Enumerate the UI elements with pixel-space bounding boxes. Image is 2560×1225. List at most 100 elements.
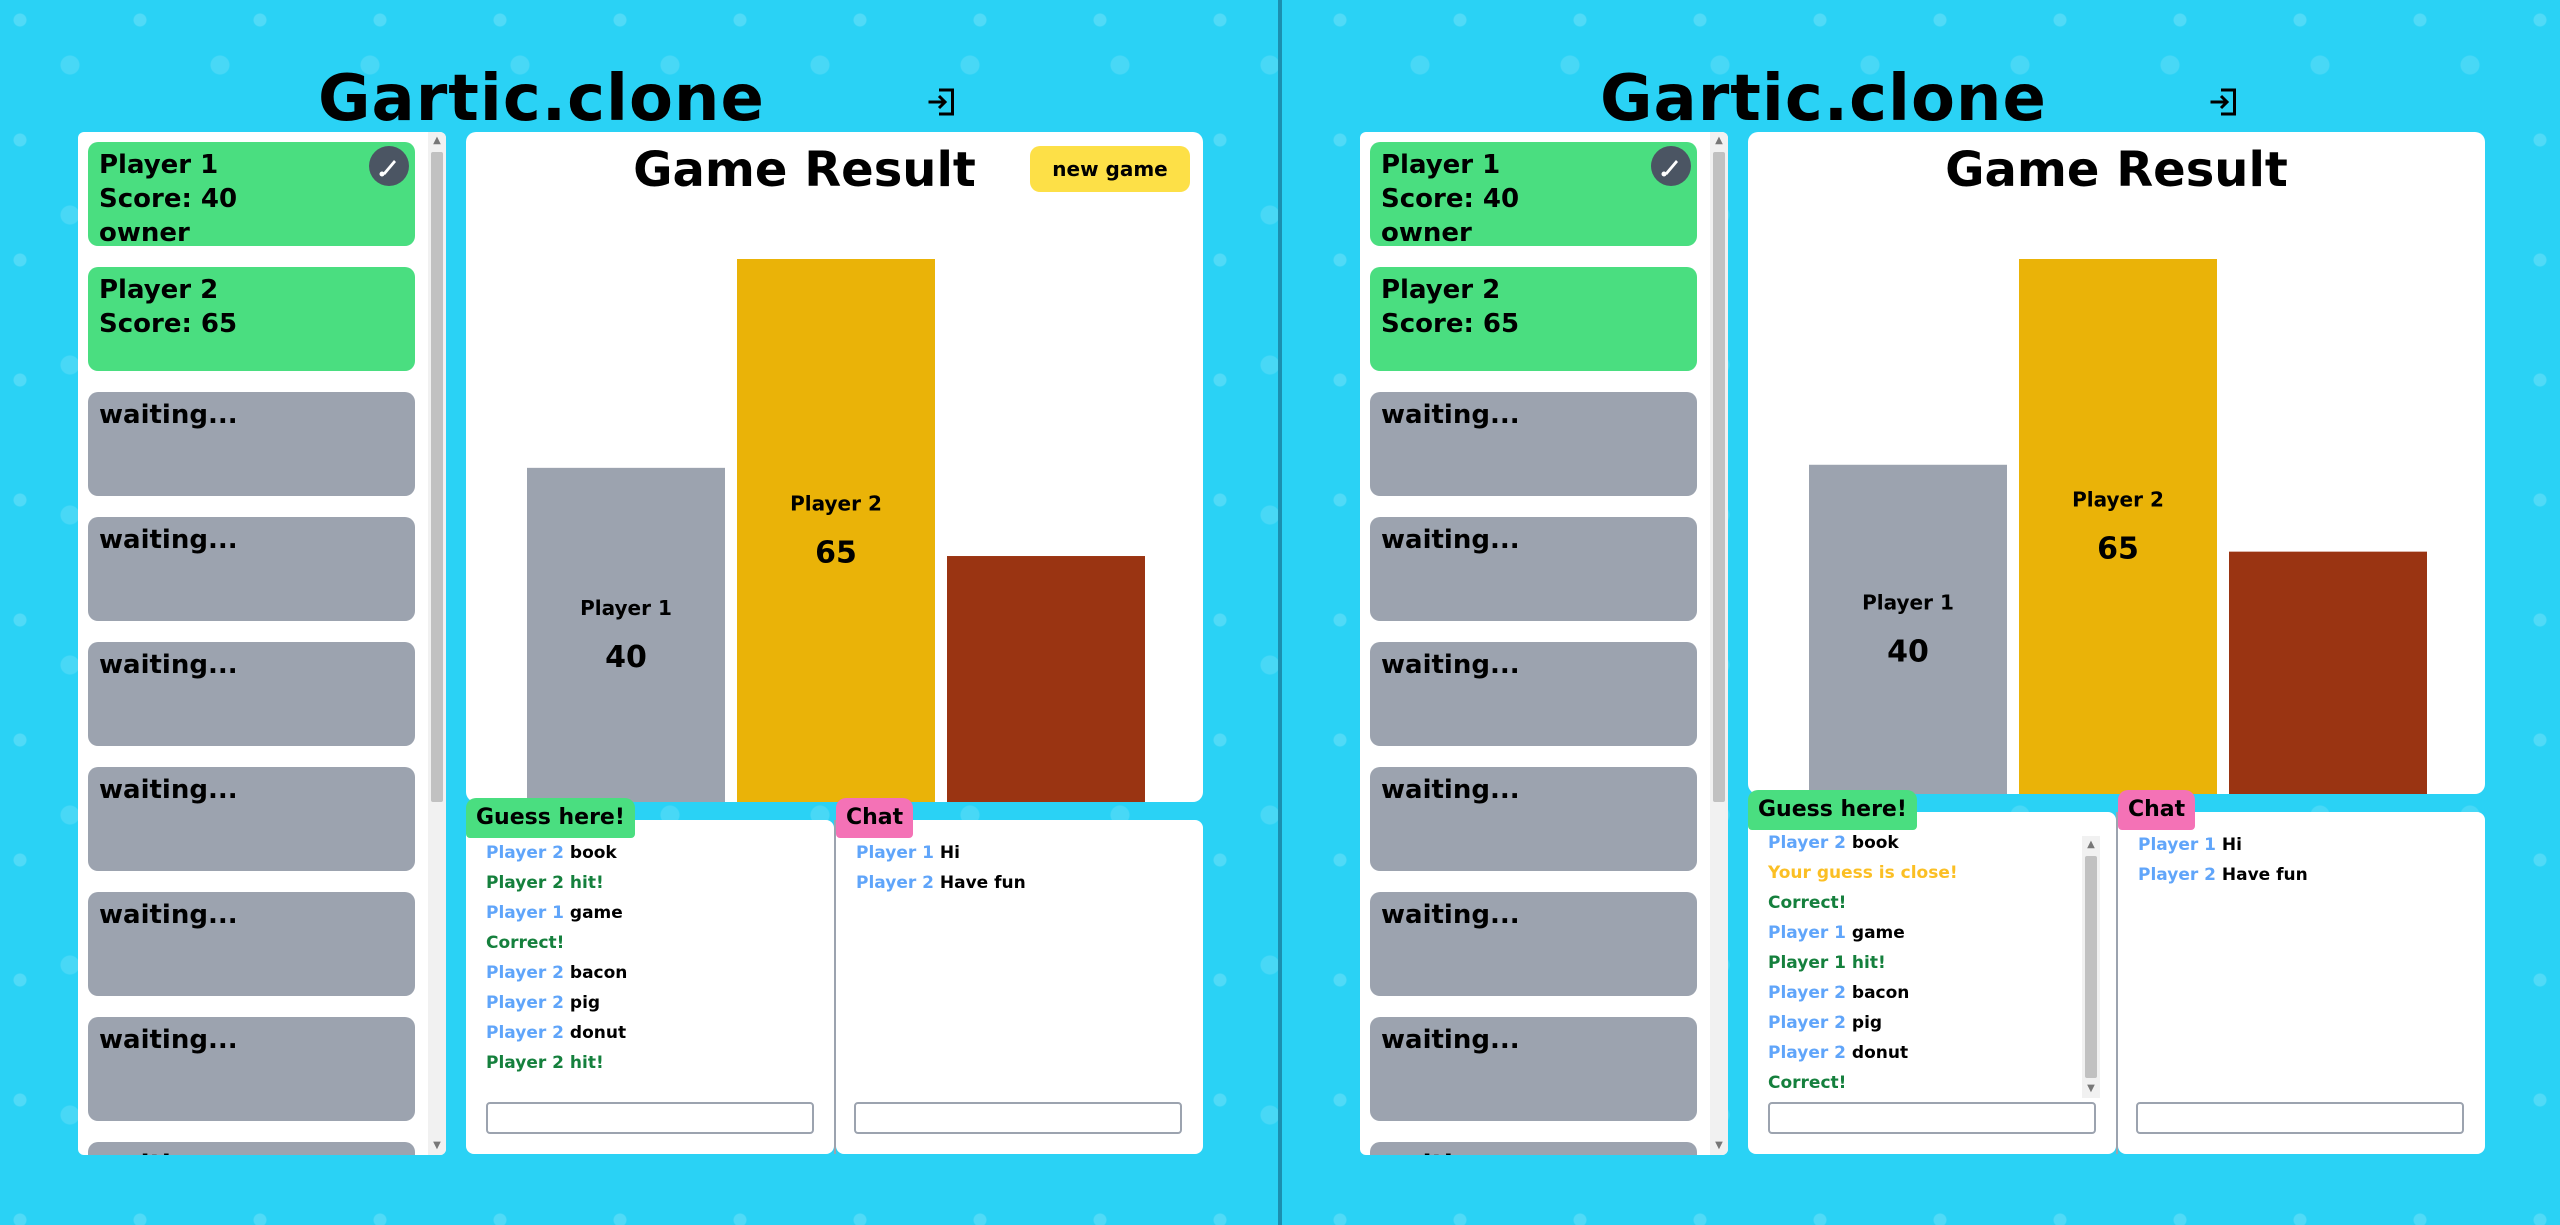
message-row: Player 1 game bbox=[1768, 918, 1958, 948]
message-text: donut bbox=[569, 1023, 627, 1043]
guess-tab[interactable]: Guess here! bbox=[466, 798, 635, 838]
waiting-label: waiting... bbox=[1381, 900, 1520, 930]
message-row: Player 1 Hi bbox=[2138, 830, 2308, 860]
waiting-label: waiting... bbox=[99, 650, 238, 680]
waiting-label: waiting... bbox=[99, 775, 238, 805]
result-chart: Player 1 40 Player 2 65 bbox=[1809, 259, 2427, 794]
scroll-down-arrow[interactable]: ▼ bbox=[428, 1137, 446, 1155]
message-text: Correct! bbox=[1768, 1073, 1847, 1093]
message-text: donut bbox=[1851, 1043, 1909, 1063]
guess-panel: Guess here! Player 2 book Player 2 hit! Pl… bbox=[466, 798, 834, 1154]
message-text: pig bbox=[569, 993, 601, 1013]
message-row: Player 2 Have fun bbox=[856, 868, 1026, 898]
chart-bar bbox=[947, 556, 1145, 802]
players-panel: Player 1 Score: 40 owner Player 2 Score:… bbox=[1360, 132, 1728, 1155]
message-row: Correct! bbox=[486, 928, 627, 958]
message-text: Have fun bbox=[2221, 865, 2308, 885]
message-row: Correct! bbox=[1768, 1068, 1958, 1098]
guess-input[interactable] bbox=[1768, 1102, 2096, 1134]
player-name: Player 2 bbox=[1381, 275, 1501, 305]
message-author: Player 1 bbox=[1768, 923, 1846, 943]
message-row: Player 2 book bbox=[486, 838, 627, 868]
guess-scrollbar[interactable]: ▲ ▼ bbox=[2082, 836, 2100, 1098]
game-result-panel: Player 1 40 Player 2 65 Game Result new gam… bbox=[466, 132, 1203, 802]
message-author: Player 2 bbox=[1768, 1043, 1846, 1063]
exit-icon bbox=[2210, 88, 2236, 116]
players-panel: Player 1 Score: 40 owner Player 2 Score:… bbox=[78, 132, 446, 1155]
player-score: Score: 40 bbox=[1381, 184, 1520, 214]
drawing-badge bbox=[1651, 146, 1691, 186]
bar-label: Player 1 bbox=[580, 596, 672, 620]
message-author: Player 2 bbox=[856, 873, 934, 893]
waiting-label: waiting... bbox=[99, 525, 238, 555]
waiting-slot: waiting... bbox=[1370, 767, 1697, 871]
waiting-label: waiting... bbox=[99, 900, 238, 930]
scroll-up-arrow[interactable]: ▲ bbox=[1710, 132, 1728, 150]
message-author: Player 2 bbox=[486, 843, 564, 863]
exit-room-button[interactable] bbox=[924, 84, 960, 120]
waiting-slot: waiting... bbox=[1370, 892, 1697, 996]
player-card: Player 1 Score: 40 owner bbox=[88, 142, 415, 248]
chart-bar bbox=[1809, 464, 2007, 794]
waiting-slot: waiting... bbox=[88, 517, 415, 621]
waiting-label: waiting... bbox=[1381, 650, 1520, 680]
players-scrollbar[interactable]: ▲ ▼ bbox=[1710, 132, 1728, 1155]
player-card: Player 1 Score: 40 owner bbox=[1370, 142, 1697, 248]
chat-panel: Chat Player 1 Hi Player 2 Have fun bbox=[2118, 790, 2485, 1154]
brush-icon bbox=[1661, 160, 1678, 177]
message-row: Player 2 bacon bbox=[486, 958, 627, 988]
message-text: Have fun bbox=[939, 873, 1026, 893]
message-text: bacon bbox=[569, 963, 628, 983]
new-game-button[interactable]: new game bbox=[1030, 146, 1190, 192]
message-row: Player 1 hit! bbox=[1768, 948, 1958, 978]
player-card: Player 2 Score: 65 bbox=[88, 267, 415, 371]
bar-label: Player 1 bbox=[1862, 590, 1954, 614]
message-author: Player 2 bbox=[486, 963, 564, 983]
message-row: Player 2 Have fun bbox=[2138, 860, 2308, 890]
message-row: Player 1 Hi bbox=[856, 838, 1026, 868]
message-row: Player 2 hit! bbox=[486, 868, 627, 898]
waiting-label: waiting... bbox=[1381, 1025, 1520, 1055]
message-text: game bbox=[569, 903, 623, 923]
app-logo: Gartic.clone bbox=[1600, 62, 2047, 136]
message-row: Your guess is close! bbox=[1768, 858, 1958, 888]
players-scrollbar[interactable]: ▲ ▼ bbox=[428, 132, 446, 1155]
chat-input[interactable] bbox=[854, 1102, 1182, 1134]
scroll-down-arrow[interactable]: ▼ bbox=[1710, 1137, 1728, 1155]
scroll-up-arrow[interactable]: ▲ bbox=[428, 132, 446, 150]
exit-icon bbox=[928, 88, 954, 116]
waiting-slot: waiting... bbox=[1370, 1017, 1697, 1121]
guess-input[interactable] bbox=[486, 1102, 814, 1134]
chat-tab[interactable]: Chat bbox=[2118, 790, 2196, 830]
player-score: Score: 40 bbox=[99, 184, 238, 214]
waiting-label: waiting... bbox=[99, 1025, 238, 1055]
pane-right: Gartic.clone Player 1 Score: 40 owner Pl… bbox=[1282, 0, 2560, 1225]
waiting-slot: waiting... bbox=[88, 1017, 415, 1121]
waiting-slot: waiting... bbox=[88, 1142, 415, 1155]
message-row: Player 2 pig bbox=[486, 988, 627, 1018]
game-result-panel: Player 1 40 Player 2 65 Game Result bbox=[1748, 132, 2485, 794]
message-row: Player 2 bacon bbox=[1768, 978, 1958, 1008]
scrollbar-thumb[interactable] bbox=[431, 152, 443, 802]
chart-bar bbox=[2019, 259, 2217, 794]
chat-tab[interactable]: Chat bbox=[836, 798, 914, 838]
scrollbar-thumb[interactable] bbox=[1713, 152, 1725, 802]
waiting-label: waiting... bbox=[1381, 1148, 1686, 1155]
scroll-up-arrow[interactable]: ▲ bbox=[2082, 836, 2100, 854]
message-text: Your guess is close! bbox=[1768, 863, 1958, 883]
scroll-down-arrow[interactable]: ▼ bbox=[2082, 1080, 2100, 1098]
result-chart: Player 1 40 Player 2 65 bbox=[527, 259, 1145, 802]
guess-tab[interactable]: Guess here! bbox=[1748, 790, 1917, 830]
message-row: Correct! bbox=[1768, 888, 1958, 918]
chart-bar bbox=[527, 467, 725, 802]
scrollbar-thumb[interactable] bbox=[2085, 856, 2097, 1078]
guess-list: Player 2 book Your guess is close! Correct… bbox=[1768, 828, 1958, 1098]
message-author: Player 2 bbox=[1768, 1013, 1846, 1033]
chat-input[interactable] bbox=[2136, 1102, 2464, 1134]
player-role: owner bbox=[99, 218, 190, 248]
brush-icon bbox=[379, 160, 396, 177]
exit-room-button[interactable] bbox=[2206, 84, 2242, 120]
message-text: Correct! bbox=[486, 933, 565, 953]
player-name: Player 2 bbox=[99, 275, 219, 305]
waiting-slot: waiting... bbox=[1370, 392, 1697, 496]
